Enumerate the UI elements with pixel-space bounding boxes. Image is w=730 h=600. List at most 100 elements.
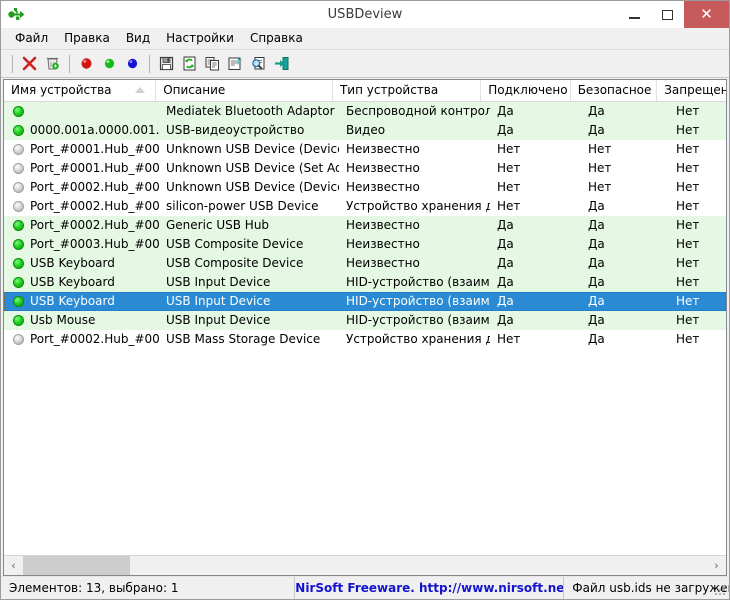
status-connected-icon: [13, 296, 24, 307]
cell-device-type: HID-устройство (взаим...: [346, 294, 490, 308]
maximize-icon: [662, 9, 673, 20]
cell-device-name-text: 0000.001a.0000.001.00...: [30, 123, 159, 137]
column-device-name-label: Имя устройства: [11, 83, 112, 97]
copy-icon[interactable]: [201, 52, 224, 75]
table-row[interactable]: Usb Mouse USB Input Device HID-устройство …: [4, 311, 726, 330]
menu-file[interactable]: Файл: [7, 29, 56, 48]
table-row[interactable]: Port_#0002.Hub_#0003 silicon-power USB De…: [4, 197, 726, 216]
cell-device-type: Неизвестно: [346, 161, 420, 175]
menu-options[interactable]: Настройки: [158, 29, 242, 48]
scrollbar-thumb[interactable]: [23, 556, 130, 575]
cell-device-type: Видео: [346, 123, 386, 137]
toolbar-separator: [149, 54, 150, 73]
cell-disabled: Нет: [676, 294, 700, 308]
maximize-button[interactable]: [651, 1, 684, 28]
cell-disabled: Нет: [676, 218, 700, 232]
column-description[interactable]: Описание: [156, 80, 333, 101]
cell-device-name: Port_#0002.Hub_#0003: [4, 197, 159, 216]
table-row[interactable]: Port_#0001.Hub_#0003 Unknown USB Device (…: [4, 140, 726, 159]
horizontal-scrollbar[interactable]: ‹ ›: [4, 555, 726, 575]
table-row[interactable]: USB Keyboard USB Composite Device Неизвест…: [4, 254, 726, 273]
cell-connected: Да: [497, 275, 514, 289]
cell-description: USB Input Device: [166, 294, 271, 308]
column-disabled[interactable]: Запрещен: [657, 80, 726, 101]
cell-disabled: Нет: [676, 161, 700, 175]
cell-description: Generic USB Hub: [166, 218, 270, 232]
cell-disabled: Нет: [676, 142, 700, 156]
exit-icon[interactable]: [270, 52, 293, 75]
cell-device-name-text: USB Keyboard: [30, 275, 115, 289]
status-bar: Элементов: 13, выбрано: 1 NirSoft Freewa…: [1, 576, 729, 599]
cell-disabled: Нет: [676, 180, 700, 194]
table-row[interactable]: 0000.001a.0000.001.00... USB-видеоустройс…: [4, 121, 726, 140]
cell-disabled: Нет: [676, 275, 700, 289]
disable-device-icon[interactable]: [18, 52, 41, 75]
close-button[interactable]: ✕: [684, 1, 729, 28]
refresh-icon[interactable]: [178, 52, 201, 75]
status-disconnected-icon: [13, 163, 24, 174]
cell-disabled: Нет: [676, 256, 700, 270]
menu-edit[interactable]: Правка: [56, 29, 118, 48]
column-connected[interactable]: Подключено: [481, 80, 571, 101]
uninstall-device-icon[interactable]: [41, 52, 64, 75]
device-list: Имя устройства Описание Тип устройства П…: [3, 79, 727, 576]
scroll-right-button[interactable]: ›: [707, 556, 726, 575]
usb-plug-icon: [4, 2, 30, 28]
menu-help[interactable]: Справка: [242, 29, 311, 48]
properties-icon[interactable]: [224, 52, 247, 75]
close-icon: ✕: [700, 5, 713, 23]
cell-device-name: USB Keyboard: [4, 273, 159, 292]
cell-device-type: Неизвестно: [346, 256, 420, 270]
table-row[interactable]: USB Keyboard USB Input Device HID-устройст…: [4, 292, 726, 311]
status-items-count: Элементов: 13, выбрано: 1: [9, 581, 179, 595]
cell-device-type: Устройство хранения д...: [346, 332, 490, 346]
cell-device-type: Неизвестно: [346, 142, 420, 156]
table-row[interactable]: Port_#0002.Hub_#0003 Generic USB Hub Неизв…: [4, 216, 726, 235]
scrollbar-track[interactable]: [23, 556, 707, 575]
menu-view[interactable]: Вид: [118, 29, 158, 48]
cell-description: Mediatek Bluetooth Adaptor: [166, 104, 335, 118]
table-row[interactable]: Port_#0002.Hub_#0003 Unknown USB Device (…: [4, 178, 726, 197]
cell-connected: Нет: [497, 161, 521, 175]
cell-device-name-text: Port_#0003.Hub_#0004: [30, 237, 159, 251]
cell-safe-unplug: Да: [588, 275, 605, 289]
cell-device-name: Port_#0002.Hub_#0003: [4, 178, 159, 197]
cell-device-name-text: USB Keyboard: [30, 294, 115, 308]
table-row[interactable]: Port_#0001.Hub_#0006 Unknown USB Device (…: [4, 159, 726, 178]
status-connected-icon: [13, 315, 24, 326]
cell-disabled: Нет: [676, 199, 700, 213]
blue-dot-icon[interactable]: [121, 52, 144, 75]
cell-safe-unplug: Да: [588, 332, 605, 346]
column-safe-unplug[interactable]: Безопасное ...: [571, 80, 658, 101]
cell-connected: Да: [497, 123, 514, 137]
column-device-name[interactable]: Имя устройства: [4, 80, 157, 101]
cell-device-name: Port_#0002.Hub_#0006: [4, 330, 159, 349]
cell-device-type: HID-устройство (взаим...: [346, 313, 490, 327]
status-usbids-file: Файл usb.ids не загружен: [563, 577, 729, 599]
cell-safe-unplug: Нет: [588, 180, 612, 194]
status-nirsoft-link[interactable]: NirSoft Freeware. http://www.nirsoft.net: [294, 577, 563, 599]
html-report-icon[interactable]: [247, 52, 270, 75]
cell-safe-unplug: Да: [588, 237, 605, 251]
cell-description: USB Composite Device: [166, 237, 304, 251]
column-device-type[interactable]: Тип устройства: [333, 80, 482, 101]
cell-connected: Да: [497, 294, 514, 308]
table-row[interactable]: Port_#0003.Hub_#0004 USB Composite Device…: [4, 235, 726, 254]
status-disconnected-icon: [13, 201, 24, 212]
cell-safe-unplug: Да: [588, 313, 605, 327]
status-connected-icon: [13, 258, 24, 269]
scroll-left-button[interactable]: ‹: [4, 556, 23, 575]
table-row[interactable]: Port_#0002.Hub_#0006 USB Mass Storage Dev…: [4, 330, 726, 349]
table-row[interactable]: USB Keyboard USB Input Device HID-устройст…: [4, 273, 726, 292]
disconnect-red-icon[interactable]: [75, 52, 98, 75]
save-icon[interactable]: [155, 52, 178, 75]
table-row[interactable]: Mediatek Bluetooth Adaptor Беспроводной к…: [4, 102, 726, 121]
status-connected-icon: [13, 125, 24, 136]
minimize-button[interactable]: [618, 1, 651, 28]
resize-grip[interactable]: [715, 585, 726, 596]
cell-disabled: Нет: [676, 313, 700, 327]
toolbar-separator: [69, 54, 70, 73]
cell-description: silicon-power USB Device: [166, 199, 319, 213]
cell-connected: Да: [497, 104, 514, 118]
connect-green-icon[interactable]: [98, 52, 121, 75]
